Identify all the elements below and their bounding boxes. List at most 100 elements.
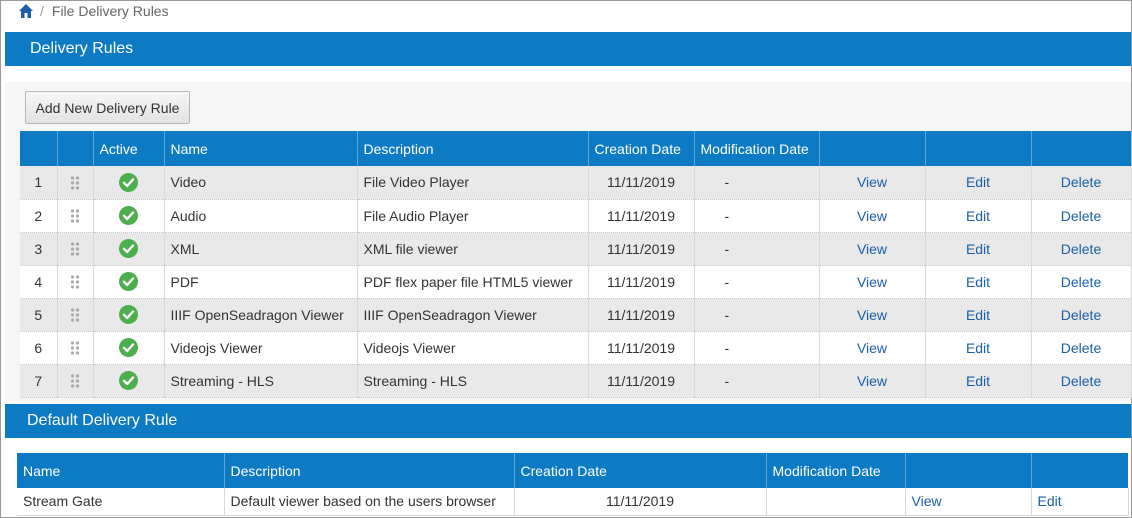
table-row: Stream Gate Default viewer based on the … <box>17 488 1129 516</box>
table-row: 5 IIIF OpenSeadragon Viewer IIIF OpenSeadr… <box>20 298 1132 332</box>
cell-creation-date: 11/11/2019 <box>514 488 767 516</box>
drag-cell[interactable] <box>57 199 94 233</box>
cell-creation-date: 11/11/2019 <box>588 298 695 332</box>
drag-handle-icon[interactable] <box>70 175 80 191</box>
cell-description: File Audio Player <box>357 199 589 233</box>
cell-description: File Video Player <box>357 166 589 200</box>
edit-link[interactable]: Edit <box>925 298 1032 332</box>
delete-link[interactable]: Delete <box>1031 232 1132 266</box>
check-circle-icon <box>119 305 138 324</box>
cell-creation-date: 11/11/2019 <box>588 199 695 233</box>
col-header-active[interactable]: Active <box>93 131 165 166</box>
edit-link[interactable]: Edit <box>1031 488 1129 516</box>
edit-link[interactable]: Edit <box>925 364 1032 398</box>
cell-modification-date: - <box>694 298 820 332</box>
col-header-modification-date[interactable]: Modification Date <box>766 453 906 488</box>
col-header-edit <box>1031 453 1129 488</box>
drag-handle-icon[interactable] <box>70 274 80 290</box>
active-cell <box>93 364 165 398</box>
col-header-creation-date[interactable]: Creation Date <box>588 131 695 166</box>
check-circle-icon <box>119 371 138 390</box>
view-link[interactable]: View <box>819 298 926 332</box>
col-header-description[interactable]: Description <box>357 131 589 166</box>
view-link[interactable]: View <box>819 166 926 200</box>
drag-cell[interactable] <box>57 364 94 398</box>
active-cell <box>93 199 165 233</box>
cell-creation-date: 11/11/2019 <box>588 331 695 365</box>
col-header-delete <box>1031 131 1132 166</box>
drag-handle-icon[interactable] <box>70 340 80 356</box>
cell-name: IIIF OpenSeadragon Viewer <box>164 298 358 332</box>
home-icon[interactable] <box>18 3 34 19</box>
col-header-modification-date[interactable]: Modification Date <box>694 131 820 166</box>
delete-link[interactable]: Delete <box>1031 364 1132 398</box>
drag-handle-icon[interactable] <box>70 241 80 257</box>
cell-description: Streaming - HLS <box>357 364 589 398</box>
delivery-rules-table: Active Name Description Creation Date Mo… <box>20 131 1132 398</box>
edit-link[interactable]: Edit <box>925 232 1032 266</box>
cell-modification-date <box>766 488 906 516</box>
check-circle-icon <box>119 239 138 258</box>
drag-cell[interactable] <box>57 265 94 299</box>
edit-link[interactable]: Edit <box>925 199 1032 233</box>
delete-link[interactable]: Delete <box>1031 166 1132 200</box>
col-header-creation-date[interactable]: Creation Date <box>514 453 767 488</box>
cell-modification-date: - <box>694 166 820 200</box>
cell-name: Video <box>164 166 358 200</box>
check-circle-icon <box>119 272 138 291</box>
edit-link[interactable]: Edit <box>925 331 1032 365</box>
cell-description: XML file viewer <box>357 232 589 266</box>
active-cell <box>93 331 165 365</box>
view-link[interactable]: View <box>819 331 926 365</box>
cell-modification-date: - <box>694 265 820 299</box>
delete-link[interactable]: Delete <box>1031 199 1132 233</box>
cell-description: Default viewer based on the users browse… <box>224 488 515 516</box>
row-index: 4 <box>20 265 58 299</box>
cell-modification-date: - <box>694 364 820 398</box>
breadcrumb-separator: / <box>40 3 44 19</box>
view-link[interactable]: View <box>905 488 1032 516</box>
drag-cell[interactable] <box>57 298 94 332</box>
drag-cell[interactable] <box>57 232 94 266</box>
cell-description: IIIF OpenSeadragon Viewer <box>357 298 589 332</box>
cell-modification-date: - <box>694 199 820 233</box>
check-circle-icon <box>119 172 138 192</box>
edit-link[interactable]: Edit <box>925 265 1032 299</box>
drag-handle-icon[interactable] <box>70 373 80 389</box>
breadcrumb-current: File Delivery Rules <box>51 3 169 19</box>
col-header-index <box>20 131 58 166</box>
delete-link[interactable]: Delete <box>1031 298 1132 332</box>
section-title: Default Delivery Rule <box>27 412 178 429</box>
drag-handle-icon[interactable] <box>70 208 80 224</box>
view-link[interactable]: View <box>819 364 926 398</box>
table-header-row: Name Description Creation Date Modificat… <box>17 453 1129 488</box>
table-header-row: Active Name Description Creation Date Mo… <box>20 131 1132 166</box>
active-cell <box>93 166 165 200</box>
add-delivery-rule-button[interactable]: Add New Delivery Rule <box>25 91 190 124</box>
col-header-description[interactable]: Description <box>224 453 515 488</box>
col-header-name[interactable]: Name <box>17 453 225 488</box>
row-index: 2 <box>20 199 58 233</box>
cell-name: Streaming - HLS <box>164 364 358 398</box>
col-header-view <box>905 453 1032 488</box>
view-link[interactable]: View <box>819 232 926 266</box>
table-row: 3 XML XML file viewer 11/11/2019- View Edit De… <box>20 232 1132 266</box>
check-circle-icon <box>119 338 138 357</box>
row-index: 7 <box>20 364 58 398</box>
view-link[interactable]: View <box>819 265 926 299</box>
drag-handle-icon[interactable] <box>70 307 80 323</box>
delete-link[interactable]: Delete <box>1031 265 1132 299</box>
cell-name: Stream Gate <box>17 488 225 516</box>
row-index: 1 <box>20 166 58 200</box>
cell-description: PDF flex paper file HTML5 viewer <box>357 265 589 299</box>
cell-name: Videojs Viewer <box>164 331 358 365</box>
drag-cell[interactable] <box>57 166 94 200</box>
active-cell <box>93 232 165 266</box>
drag-cell[interactable] <box>57 331 94 365</box>
row-index: 5 <box>20 298 58 332</box>
view-link[interactable]: View <box>819 199 926 233</box>
table-row: 7 Streaming - HLS Streaming - HLS 11/11/201… <box>20 364 1132 398</box>
col-header-name[interactable]: Name <box>164 131 358 166</box>
delete-link[interactable]: Delete <box>1031 331 1132 365</box>
edit-link[interactable]: Edit <box>925 166 1032 200</box>
